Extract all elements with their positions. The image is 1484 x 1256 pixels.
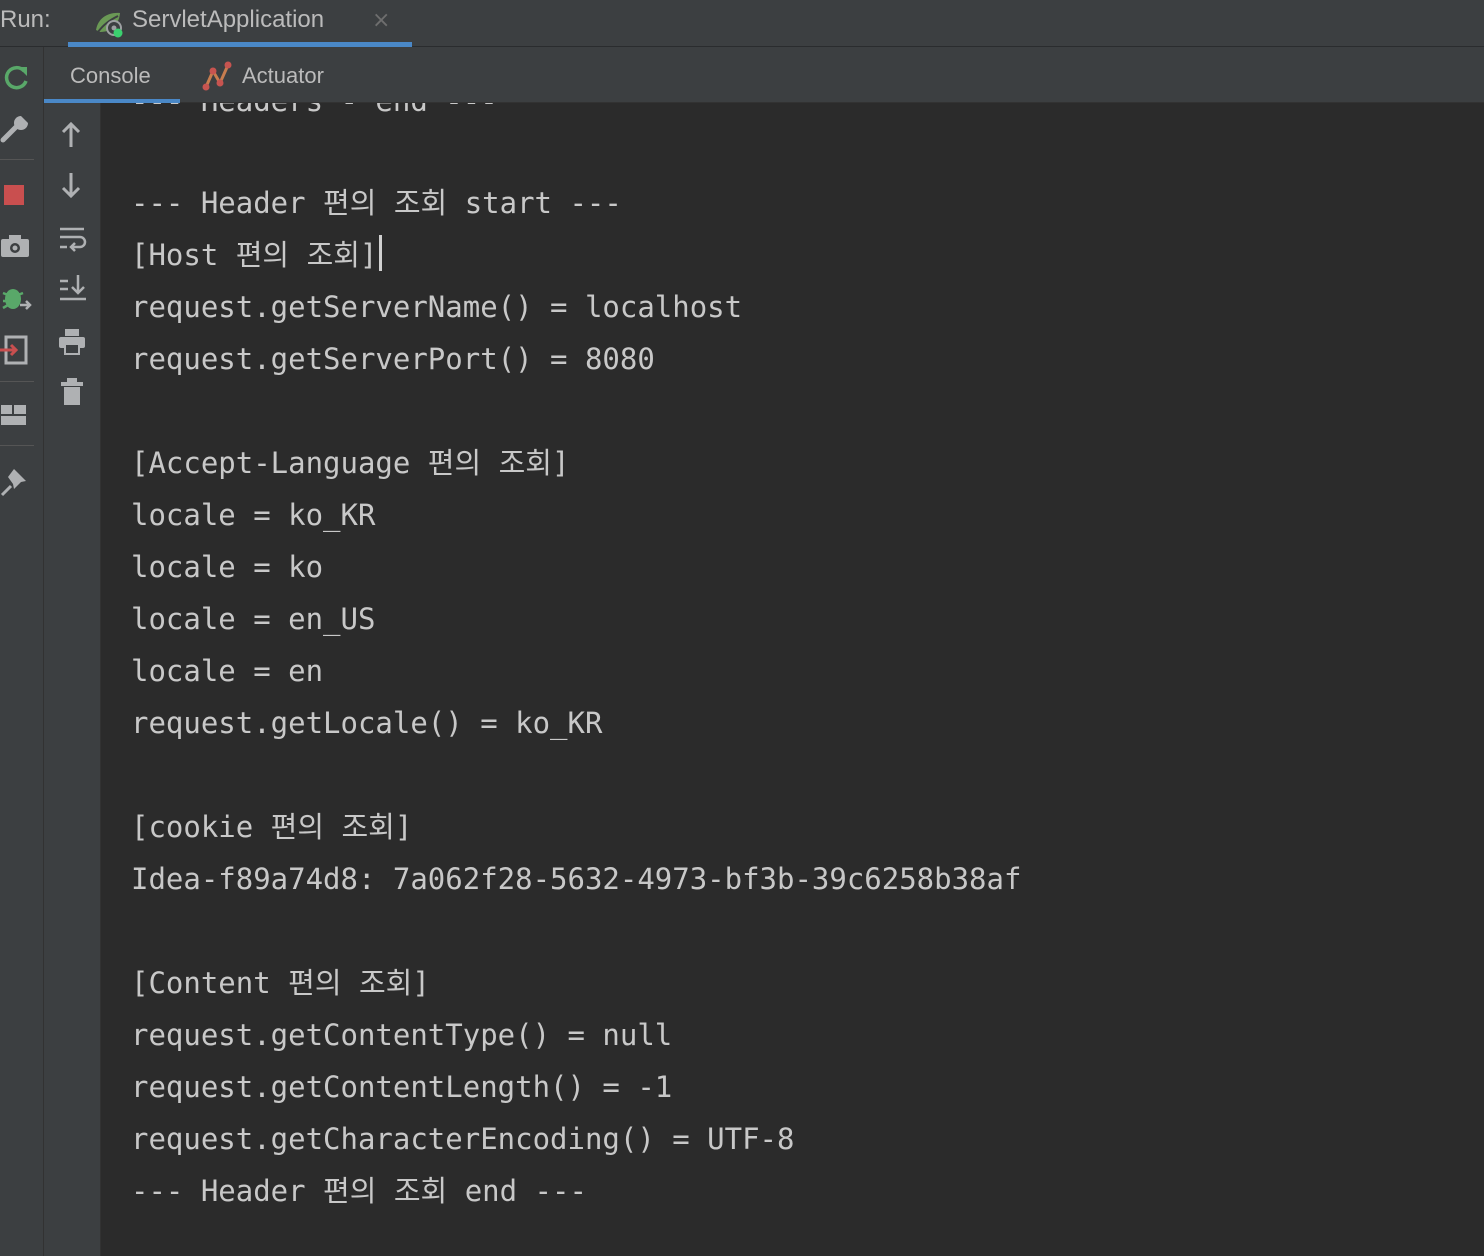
tab-actuator-label: Actuator: [242, 63, 324, 88]
text-caret: [379, 235, 383, 271]
console-line: --- Header 편의 조회 start ---: [131, 186, 622, 220]
console-line: [cookie 편의 조회]: [131, 810, 413, 844]
soft-wrap-icon[interactable]: [58, 223, 88, 253]
run-tab-servlet-application[interactable]: ServletApplication ×: [68, 0, 412, 47]
ide-run-window: Run: ServletApplication × Console Actuat…: [0, 0, 1484, 1256]
console-line: request.getLocale() = ko_KR: [131, 706, 603, 740]
console-line: request.getContentType() = null: [131, 1018, 673, 1052]
console-line: --- Headers - end ---: [131, 103, 498, 121]
console-line: [Content 편의 조회]: [131, 966, 430, 1000]
rerun-icon[interactable]: [0, 61, 34, 95]
camera-icon[interactable]: [0, 229, 34, 263]
console-line-text: [Host 편의 조회]: [131, 238, 378, 272]
tab-console-label: Console: [70, 63, 151, 88]
actuator-icon: [202, 61, 234, 91]
close-icon[interactable]: ×: [372, 8, 390, 33]
console-line: request.getServerName() = localhost: [131, 290, 743, 324]
console-line: --- Header 편의 조회 end ---: [131, 1174, 587, 1208]
console-line: [Accept-Language 편의 조회]: [131, 446, 570, 480]
down-arrow-icon[interactable]: [58, 171, 88, 201]
console-output[interactable]: --- Headers - end --- --- Header 편의 조회 s…: [101, 103, 1484, 1256]
tab-actuator[interactable]: Actuator: [200, 47, 380, 102]
layout-icon[interactable]: [0, 397, 34, 431]
console-line: locale = en: [131, 654, 324, 688]
console-toolbar: [44, 103, 101, 1256]
exit-icon[interactable]: [0, 333, 34, 367]
wrench-icon[interactable]: [0, 111, 34, 145]
console-line: Idea-f89a74d8: 7a062f28-5632-4973-bf3b-3…: [131, 862, 1022, 896]
run-side-toolbar: [0, 47, 44, 1256]
toolbar-separator: [0, 445, 34, 446]
up-arrow-icon[interactable]: [58, 119, 88, 149]
run-content-tabs: Console Actuator: [44, 47, 1484, 103]
spring-boot-run-icon: [92, 8, 126, 38]
run-tab-title: ServletApplication: [132, 6, 325, 33]
toolbar-separator: [0, 159, 34, 160]
print-icon[interactable]: [58, 327, 88, 357]
console-line: request.getContentLength() = -1: [131, 1070, 673, 1104]
console-line: locale = ko_KR: [131, 498, 376, 532]
run-tool-window-header: Run: ServletApplication ×: [0, 0, 1484, 47]
stop-icon[interactable]: [0, 177, 34, 211]
run-label: Run:: [0, 6, 51, 33]
console-line: request.getCharacterEncoding() = UTF-8: [131, 1122, 795, 1156]
console-line: locale = ko: [131, 550, 324, 584]
console-line: request.getServerPort() = 8080: [131, 342, 655, 376]
pin-icon[interactable]: [0, 463, 34, 497]
scroll-to-end-icon[interactable]: [58, 273, 88, 303]
console-line: [Host 편의 조회]: [131, 235, 383, 275]
console-line: locale = en_US: [131, 602, 376, 636]
debug-icon[interactable]: [0, 281, 34, 315]
tab-console[interactable]: Console: [44, 47, 180, 103]
toolbar-separator: [0, 381, 34, 382]
trash-icon[interactable]: [58, 377, 88, 407]
